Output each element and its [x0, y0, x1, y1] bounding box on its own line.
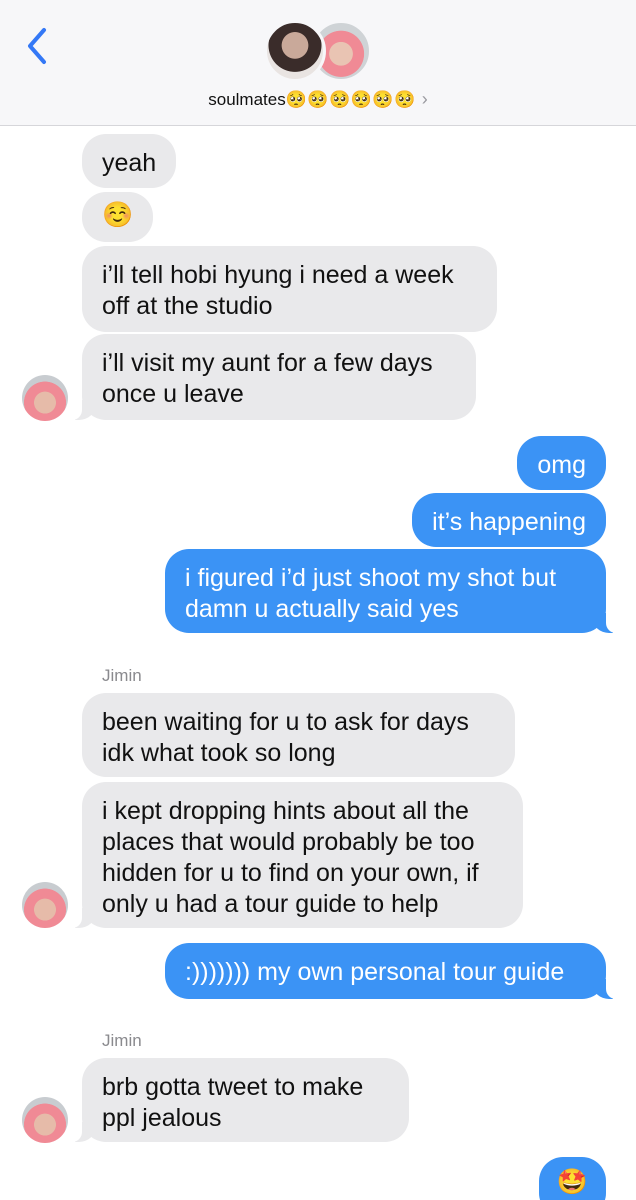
message-bubble-incoming[interactable]: been waiting for u to ask for days idk w…	[82, 693, 515, 777]
message-bubble-outgoing[interactable]: omg	[517, 436, 606, 490]
message-bubble-incoming[interactable]: i’ll tell hobi hyung i need a week off a…	[82, 246, 497, 332]
message-bubble-incoming[interactable]: yeah	[82, 134, 177, 188]
avatar[interactable]	[22, 1097, 68, 1143]
message-bubble-incoming[interactable]: i’ll visit my aunt for a few days once u…	[70, 334, 476, 420]
message-bubble-incoming[interactable]: brb gotta tweet to make ppl jealous	[70, 1058, 409, 1142]
group-name-button[interactable]: soulmates🥺🥺🥺🥺🥺🥺 ›	[0, 89, 636, 110]
message-bubble-outgoing[interactable]: i figured i’d just shoot my shot but dam…	[165, 549, 618, 633]
chevron-right-icon: ›	[421, 89, 428, 109]
message-bubble-incoming[interactable]: i kept dropping hints about all the plac…	[70, 782, 523, 928]
group-avatars[interactable]	[264, 20, 374, 84]
avatar	[264, 20, 326, 82]
avatar[interactable]	[22, 375, 68, 421]
sender-name: Jimin	[102, 1031, 142, 1050]
message-bubble-outgoing[interactable]: it’s happening	[412, 493, 606, 547]
group-emojis: 🥺🥺🥺🥺🥺🥺	[285, 90, 416, 109]
back-button[interactable]	[22, 26, 52, 66]
avatar[interactable]	[22, 882, 68, 928]
message-bubble-outgoing[interactable]: :))))))) my own personal tour guide	[165, 943, 618, 999]
conversation-header: soulmates🥺🥺🥺🥺🥺🥺 ›	[0, 0, 636, 126]
message-bubble-outgoing[interactable]: 🤩	[538, 1157, 606, 1200]
message-bubble-incoming[interactable]: ☺️	[82, 192, 154, 242]
sender-name: Jimin	[102, 666, 142, 685]
group-name: soulmates	[208, 90, 286, 109]
chevron-left-icon	[28, 28, 46, 64]
